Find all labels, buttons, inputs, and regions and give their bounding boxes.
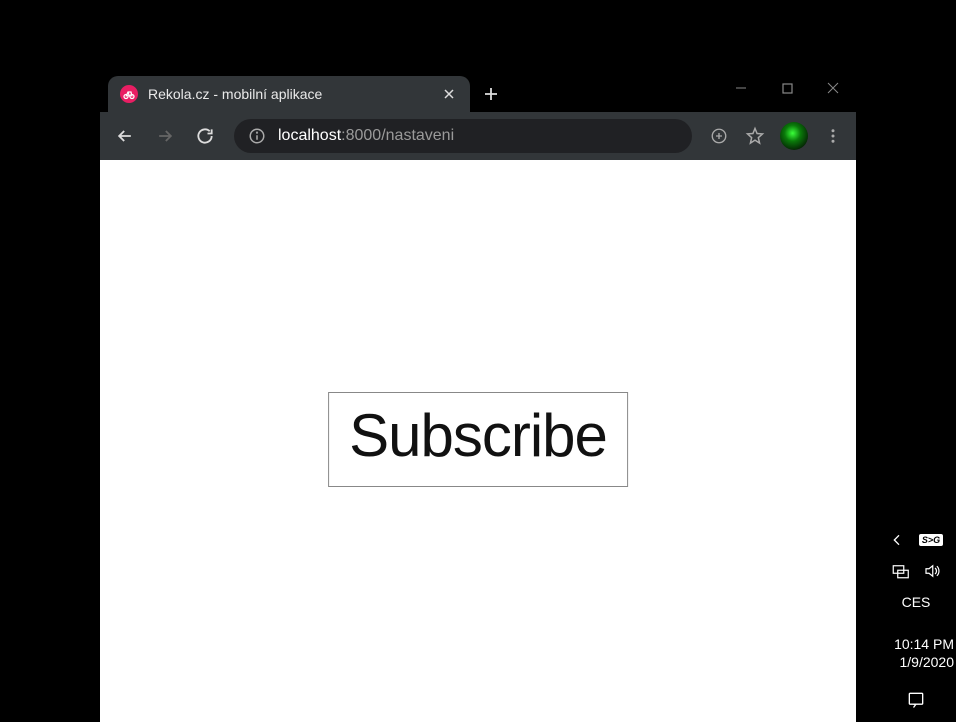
site-info-icon[interactable] bbox=[248, 127, 266, 145]
forward-button[interactable] bbox=[148, 119, 182, 153]
bike-icon bbox=[120, 85, 138, 103]
bookmark-star-icon[interactable] bbox=[740, 121, 770, 151]
maximize-button[interactable] bbox=[764, 68, 810, 108]
back-button[interactable] bbox=[108, 119, 142, 153]
tab-title: Rekola.cz - mobilní aplikace bbox=[148, 86, 430, 102]
chevron-left-icon[interactable] bbox=[889, 532, 905, 548]
project-icon[interactable] bbox=[891, 562, 909, 580]
notifications-icon[interactable] bbox=[906, 690, 926, 710]
recorder-badge[interactable]: S>G bbox=[919, 534, 943, 546]
window-controls bbox=[718, 68, 856, 108]
close-tab-button[interactable] bbox=[440, 85, 458, 103]
recorder-badge-label: S>G bbox=[919, 534, 943, 546]
browser-window: Rekola.cz - mobilní aplikace bbox=[100, 68, 856, 722]
url-text: localhost:8000/nastaveni bbox=[278, 127, 454, 145]
ime-indicator[interactable]: CES bbox=[902, 594, 931, 610]
minimize-button[interactable] bbox=[718, 68, 764, 108]
page-content: Subscribe bbox=[100, 160, 856, 722]
clock-date[interactable]: 1/9/2020 bbox=[876, 654, 956, 670]
reload-button[interactable] bbox=[188, 119, 222, 153]
volume-icon[interactable] bbox=[923, 562, 941, 580]
zoom-indicator-icon[interactable] bbox=[704, 121, 734, 151]
url-path: :8000/nastaveni bbox=[341, 127, 454, 144]
clock-time[interactable]: 10:14 PM bbox=[876, 636, 956, 652]
system-tray: S>G CES 10:14 PM 1/9/2020 bbox=[876, 0, 956, 722]
url-host: localhost bbox=[278, 127, 341, 144]
close-window-button[interactable] bbox=[810, 68, 856, 108]
subscribe-button[interactable]: Subscribe bbox=[328, 392, 628, 487]
menu-button[interactable] bbox=[818, 121, 848, 151]
address-bar[interactable]: localhost:8000/nastaveni bbox=[234, 119, 692, 153]
subscribe-label: Subscribe bbox=[349, 402, 607, 469]
browser-toolbar: localhost:8000/nastaveni bbox=[100, 112, 856, 160]
new-tab-button[interactable] bbox=[476, 79, 506, 109]
browser-tab[interactable]: Rekola.cz - mobilní aplikace bbox=[108, 76, 470, 112]
profile-avatar[interactable] bbox=[780, 122, 808, 150]
tab-strip: Rekola.cz - mobilní aplikace bbox=[100, 68, 856, 112]
